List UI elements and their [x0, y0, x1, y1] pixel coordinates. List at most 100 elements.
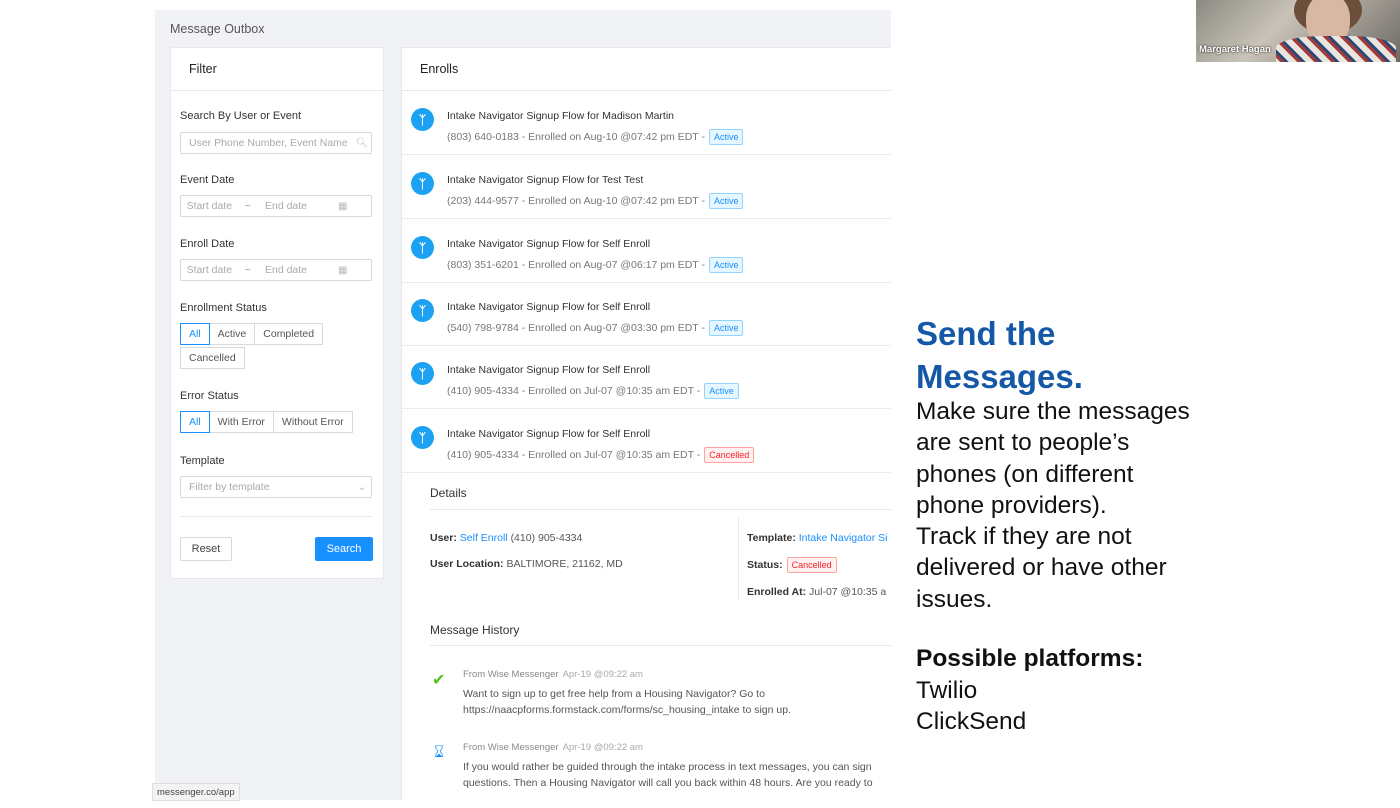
hourglass-icon: ⌛︎	[434, 744, 445, 761]
enroll-title: Intake Navigator Signup Flow for Self En…	[447, 238, 651, 250]
search-button[interactable]: Search	[315, 537, 373, 561]
status-badge: Active	[704, 383, 739, 399]
status-badge: Active	[708, 320, 744, 336]
detail-user: User: Self Enroll (410) 905-4334	[430, 532, 582, 544]
search-icon: 🔍︎	[355, 137, 369, 149]
enroll-end-date[interactable]: End date	[258, 264, 315, 276]
message-sender: From Wise Messenger	[463, 742, 559, 753]
filter-panel: Filter Search By User or Event User Phon…	[170, 47, 384, 579]
location-value: BALTIMORE, 21162, MD	[506, 558, 623, 570]
status-badge: Active	[708, 129, 744, 145]
error-status-group: All With Error Without Error	[180, 411, 353, 433]
enroll-start-date[interactable]: Start date	[181, 264, 238, 276]
enrolled-label: Enrolled At:	[747, 586, 807, 598]
message-time: Apr-19 @09:22 am	[562, 742, 643, 753]
enroll-title: Intake Navigator Signup Flow for Self En…	[447, 364, 651, 376]
enroll-detail: (410) 905-4334 - Enrolled on Jul-07 @10:…	[447, 383, 739, 399]
message-time: Apr-19 @09:22 am	[562, 669, 643, 680]
enroll-list-item[interactable]: ᛉ Intake Navigator Signup Flow for Self …	[402, 282, 891, 346]
enroll-detail: (803) 351-6201 - Enrolled on Aug-07 @06:…	[447, 257, 744, 273]
flow-icon: ᛉ	[411, 426, 434, 449]
divider	[180, 516, 372, 517]
flow-icon: ᛉ	[411, 362, 434, 385]
template-select[interactable]: Filter by template ⌄	[180, 476, 372, 498]
enroll-detail: (803) 640-0183 - Enrolled on Aug-10 @07:…	[447, 129, 744, 145]
search-label: Search By User or Event	[180, 110, 302, 122]
slide-body-line: Track if they are not	[916, 523, 1132, 551]
location-label: User Location:	[430, 558, 504, 570]
enrolls-panel: Enrolls ᛉ Intake Navigator Signup Flow f…	[401, 47, 891, 800]
enroll-detail-text: (410) 905-4334 - Enrolled on Jul-07 @10:…	[447, 385, 701, 397]
platform-item: Twilio	[916, 677, 978, 704]
template-label: Template	[180, 455, 225, 467]
slide-body-line: phones (on different	[916, 460, 1134, 488]
enroll-list-item[interactable]: ᛉ Intake Navigator Signup Flow for Self …	[402, 409, 891, 473]
error-status-with-error[interactable]: With Error	[208, 411, 274, 433]
event-date-label: Event Date	[180, 174, 235, 186]
date-separator: ~	[244, 264, 251, 276]
error-status-without-error[interactable]: Without Error	[272, 411, 353, 433]
enroll-list-item[interactable]: ᛉ Intake Navigator Signup Flow for Test …	[402, 155, 891, 219]
slide-body-line: are sent to people’s	[916, 429, 1130, 457]
status-badge: Active	[708, 193, 744, 209]
enroll-list-item[interactable]: ᛉ Intake Navigator Signup Flow for Madis…	[402, 91, 891, 155]
status-badge: Active	[708, 257, 744, 273]
enroll-detail-text: (540) 798-9784 - Enrolled on Aug-07 @03:…	[447, 322, 705, 334]
enroll-list-item[interactable]: ᛉ Intake Navigator Signup Flow for Self …	[402, 219, 891, 283]
enrollment-status-completed[interactable]: Completed	[254, 323, 324, 345]
user-phone: (410) 905-4334	[510, 532, 583, 544]
template-link[interactable]: Intake Navigator Si	[799, 532, 888, 544]
message-history-heading: Message History	[430, 623, 520, 637]
detail-template: Template: Intake Navigator Si	[747, 532, 887, 544]
slide-body-line: issues.	[916, 585, 993, 613]
enrollment-status-group-row2: Cancelled	[180, 347, 245, 369]
detail-location: User Location: BALTIMORE, 21162, MD	[430, 558, 623, 570]
search-input[interactable]: User Phone Number, Event Name 🔍︎	[180, 132, 372, 154]
enroll-detail: (203) 444-9577 - Enrolled on Aug-10 @07:…	[447, 193, 744, 209]
message-line: questions. Then a Housing Navigator will…	[463, 777, 873, 789]
message-meta: From Wise Messenger Apr-19 @09:22 am	[463, 742, 643, 753]
check-circle-icon: ✔︎	[432, 672, 446, 689]
enroll-date-label: Enroll Date	[180, 238, 235, 250]
message-body: Want to sign up to get free help from a …	[463, 686, 791, 718]
enroll-title: Intake Navigator Signup Flow for Madison…	[447, 110, 675, 122]
page-title: Message Outbox	[170, 22, 265, 36]
enrollment-status-active[interactable]: Active	[208, 323, 256, 345]
event-date-range-picker[interactable]: Start date ~ End date ▦	[180, 195, 372, 217]
filter-heading: Filter	[171, 48, 383, 91]
template-placeholder: Filter by template	[189, 481, 270, 493]
details-heading: Details	[430, 486, 467, 500]
message-body: If you would rather be guided through th…	[463, 759, 873, 791]
event-start-date[interactable]: Start date	[181, 200, 238, 212]
enroll-list-item[interactable]: ᛉ Intake Navigator Signup Flow for Self …	[402, 345, 891, 409]
error-status-label: Error Status	[180, 390, 239, 402]
flow-icon: ᛉ	[411, 172, 434, 195]
date-separator: ~	[244, 200, 251, 212]
event-end-date[interactable]: End date	[258, 200, 315, 212]
calendar-icon: ▦	[337, 200, 348, 212]
status-badge: Cancelled	[786, 557, 837, 573]
divider	[430, 645, 891, 646]
slide-title-line: Messages.	[916, 358, 1083, 395]
enroll-date-range-picker[interactable]: Start date ~ End date ▦	[180, 259, 372, 281]
divider	[430, 509, 891, 510]
enrollment-status-cancelled[interactable]: Cancelled	[180, 347, 245, 369]
participant-name: Margaret Hagan	[1199, 44, 1271, 55]
enroll-detail-text: (203) 444-9577 - Enrolled on Aug-10 @07:…	[447, 195, 705, 207]
template-label: Template:	[747, 532, 796, 544]
enroll-detail-text: (803) 640-0183 - Enrolled on Aug-10 @07:…	[447, 131, 705, 143]
flow-icon: ᛉ	[411, 236, 434, 259]
enroll-detail: (540) 798-9784 - Enrolled on Aug-07 @03:…	[447, 320, 744, 336]
enrolled-value: Jul-07 @10:35 a	[809, 586, 887, 598]
participant-video[interactable]: Margaret Hagan	[1196, 0, 1400, 62]
slide-title: Send the Messages.	[916, 312, 1083, 398]
reset-button[interactable]: Reset	[180, 537, 232, 561]
enrollment-status-all[interactable]: All	[180, 323, 210, 345]
error-status-all[interactable]: All	[180, 411, 210, 433]
user-link[interactable]: Self Enroll	[460, 532, 508, 544]
flow-icon: ᛉ	[411, 108, 434, 131]
message-outbox-app: Message Outbox Filter Search By User or …	[155, 10, 891, 800]
enrollment-status-group: All Active Completed	[180, 323, 324, 345]
enroll-title: Intake Navigator Signup Flow for Self En…	[447, 301, 651, 313]
slide-body-line: delivered or have other	[916, 554, 1167, 582]
